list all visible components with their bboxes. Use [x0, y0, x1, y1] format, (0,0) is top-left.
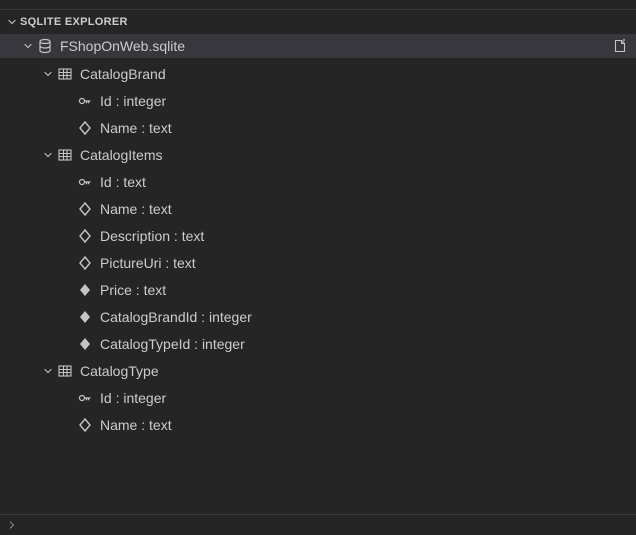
chevron-down-icon	[40, 147, 56, 163]
table-icon	[56, 362, 74, 380]
table-row[interactable]: CatalogBrand	[0, 60, 636, 87]
column-row[interactable]: Id : integer	[0, 87, 636, 114]
chevron-down-icon	[40, 363, 56, 379]
chevron-down-icon	[20, 38, 36, 54]
column-name: Name : text	[100, 120, 172, 136]
diamond-filled-icon	[76, 308, 94, 326]
column-row[interactable]: Id : integer	[0, 384, 636, 411]
table-row[interactable]: CatalogType	[0, 357, 636, 384]
diamond-icon	[76, 416, 94, 434]
table-icon	[56, 65, 74, 83]
sqlite-explorer-header[interactable]: SQLITE EXPLORER	[0, 10, 636, 34]
table-name: CatalogType	[80, 363, 159, 379]
diamond-icon	[76, 227, 94, 245]
column-row[interactable]: Description : text	[0, 222, 636, 249]
database-icon	[36, 37, 54, 55]
diamond-icon	[76, 254, 94, 272]
database-name: FShopOnWeb.sqlite	[60, 38, 185, 54]
column-name: PictureUri : text	[100, 255, 196, 271]
section-title: SQLITE EXPLORER	[20, 16, 128, 28]
chevron-right-icon	[4, 517, 20, 533]
table-row[interactable]: CatalogItems	[0, 141, 636, 168]
chevron-down-icon	[4, 14, 20, 30]
diamond-icon	[76, 200, 94, 218]
column-name: Name : text	[100, 417, 172, 433]
diamond-filled-icon	[76, 335, 94, 353]
column-name: Name : text	[100, 201, 172, 217]
column-row[interactable]: CatalogTypeId : integer	[0, 330, 636, 357]
column-name: Description : text	[100, 228, 204, 244]
table-name: CatalogBrand	[80, 66, 166, 82]
column-row[interactable]: CatalogBrandId : integer	[0, 303, 636, 330]
key-icon	[76, 389, 94, 407]
diamond-filled-icon	[76, 281, 94, 299]
column-name: CatalogTypeId : integer	[100, 336, 245, 352]
column-row[interactable]: Name : text	[0, 114, 636, 141]
key-icon	[76, 92, 94, 110]
column-name: Price : text	[100, 282, 166, 298]
tree: CatalogBrandId : integerName : textCatal…	[0, 58, 636, 438]
column-name: Id : integer	[100, 93, 166, 109]
table-icon	[56, 146, 74, 164]
column-name: Id : integer	[100, 390, 166, 406]
database-row[interactable]: FShopOnWeb.sqlite	[0, 34, 636, 58]
column-row[interactable]: Name : text	[0, 195, 636, 222]
next-section-header[interactable]	[0, 515, 636, 535]
table-name: CatalogItems	[80, 147, 162, 163]
column-row[interactable]: PictureUri : text	[0, 249, 636, 276]
column-name: CatalogBrandId : integer	[100, 309, 252, 325]
diamond-icon	[76, 119, 94, 137]
new-query-icon[interactable]	[610, 36, 630, 56]
key-icon	[76, 173, 94, 191]
column-name: Id : text	[100, 174, 146, 190]
column-row[interactable]: Name : text	[0, 411, 636, 438]
chevron-down-icon	[40, 66, 56, 82]
previous-section-edge	[0, 0, 636, 10]
column-row[interactable]: Id : text	[0, 168, 636, 195]
column-row[interactable]: Price : text	[0, 276, 636, 303]
